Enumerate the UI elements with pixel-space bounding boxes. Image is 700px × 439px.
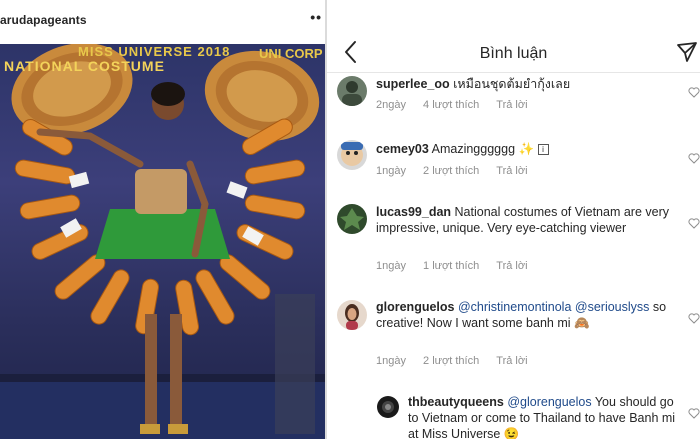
comment-likes[interactable]: 2 lượt thích (423, 355, 479, 367)
comment-time: 1ngày (376, 260, 406, 272)
comment-time: 2ngày (376, 99, 406, 111)
avatar[interactable] (337, 140, 367, 170)
comment-text: thbeautyqueens @glorenguelos You should … (408, 394, 678, 439)
event-banner: MISS UNIVERSE 2018 NATIONAL COSTUME UNI … (0, 44, 325, 84)
costume-illustration (0, 44, 325, 439)
heart-icon[interactable] (688, 217, 700, 229)
comment-text: lucas99_dan National costumes of Vietnam… (376, 204, 676, 236)
comments-header: Bình luận (327, 37, 700, 73)
comment-body: Amazingggggg ✨ (431, 142, 535, 156)
heart-icon[interactable] (688, 407, 700, 419)
banner-subtitle: NATIONAL COSTUME (4, 58, 165, 74)
post-header: arudapageants •• (0, 0, 325, 42)
comment-likes[interactable]: 1 lượt thích (423, 260, 479, 272)
more-options-icon[interactable]: •• (310, 9, 322, 25)
comment-meta: 2ngày 4 lượt thích Trả lời (376, 99, 528, 111)
comment-meta: 1ngày 2 lượt thích Trả lời (376, 165, 528, 177)
banner-title: MISS UNIVERSE 2018 (78, 44, 231, 59)
reply-button[interactable]: Trả lời (496, 260, 527, 272)
avatar[interactable] (377, 396, 399, 418)
comment-time: 1ngày (376, 165, 406, 177)
avatar[interactable] (337, 76, 367, 106)
mention-link[interactable]: @seriouslyss (575, 300, 650, 314)
avatar[interactable] (337, 300, 367, 330)
banner-corp-logo: UNI CORP (259, 46, 323, 61)
comments-panel: Bình luận superlee_oo เหมือนชุดต้มยำกุ้ง… (327, 0, 700, 439)
comment-text: cemey03 Amazingggggg ✨ i (376, 141, 676, 157)
comment-username[interactable]: thbeautyqueens (408, 395, 504, 409)
comment-likes[interactable]: 4 lượt thích (423, 99, 479, 111)
info-icon: i (537, 144, 549, 156)
paper-plane-icon[interactable] (676, 41, 698, 63)
comment-likes[interactable]: 2 lượt thích (423, 165, 479, 177)
post-photo[interactable]: MISS UNIVERSE 2018 NATIONAL COSTUME UNI … (0, 44, 325, 439)
mention-link[interactable]: @christinemontinola (458, 300, 571, 314)
comment-body: เหมือนชุดต้มยำกุ้งเลย (453, 77, 571, 91)
reply-button[interactable]: Trả lời (496, 355, 527, 367)
heart-icon[interactable] (688, 312, 700, 324)
heart-icon[interactable] (688, 86, 700, 98)
comment-username[interactable]: glorenguelos (376, 300, 454, 314)
comment-meta: 1ngày 1 lượt thích Trả lời (376, 260, 528, 272)
reply-button[interactable]: Trả lời (496, 165, 527, 177)
mention-link[interactable]: @glorenguelos (507, 395, 591, 409)
page-title: Bình luận (479, 45, 548, 62)
post-panel: arudapageants •• MISS UNIVERSE 2018 NATI… (0, 0, 325, 439)
post-username[interactable]: arudapageants (0, 13, 87, 27)
comment-meta: 1ngày 2 lượt thích Trả lời (376, 355, 528, 367)
comment-text: glorenguelos @christinemontinola @seriou… (376, 299, 676, 331)
heart-icon[interactable] (688, 152, 700, 164)
comment-text: superlee_oo เหมือนชุดต้มยำกุ้งเลย (376, 76, 676, 92)
comment-username[interactable]: superlee_oo (376, 77, 450, 91)
comment-username[interactable]: lucas99_dan (376, 205, 451, 219)
comment-username[interactable]: cemey03 (376, 142, 429, 156)
reply-button[interactable]: Trả lời (496, 99, 527, 111)
comment-time: 1ngày (376, 355, 406, 367)
avatar[interactable] (337, 204, 367, 234)
